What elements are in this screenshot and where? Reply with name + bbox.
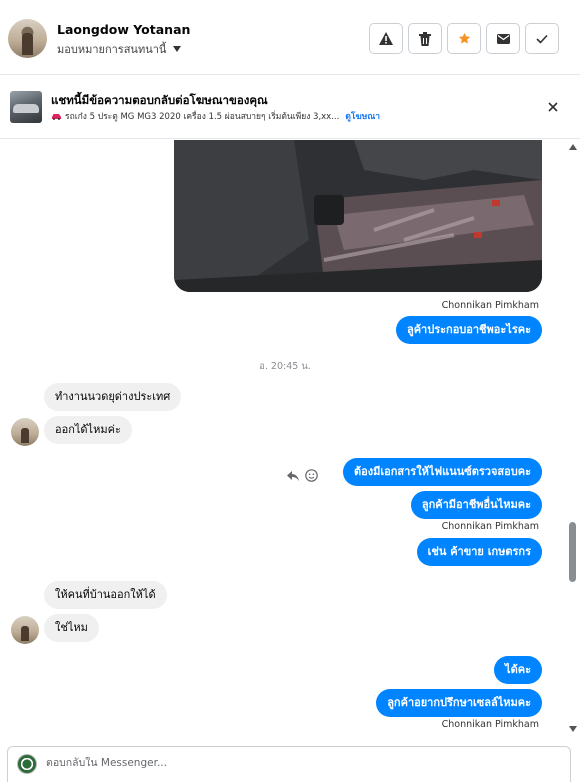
- outgoing-message[interactable]: ได้คะ: [494, 656, 542, 684]
- incoming-message[interactable]: ใช่ไหม: [44, 614, 99, 642]
- contact-avatar-small[interactable]: [11, 418, 39, 446]
- conversation-header: Laongdow Yotanan มอบหมายการสนทนานี้: [0, 0, 580, 75]
- page-avatar: [17, 754, 37, 774]
- scroll-thumb[interactable]: [569, 522, 576, 582]
- contact-name[interactable]: Laongdow Yotanan: [57, 22, 190, 37]
- incoming-message[interactable]: ทำงานนวดยุด่างประเทศ: [44, 383, 182, 411]
- outgoing-message[interactable]: ลูกค้ามีอาชีพอื่นไหมคะ: [410, 491, 542, 519]
- sender-name: Chonnikan Pimkham: [441, 719, 539, 730]
- close-banner-button[interactable]: [543, 97, 563, 117]
- outgoing-message[interactable]: ต้องมีเอกสารให้ไฟแนนซ์ตรวจสอบคะ: [343, 458, 542, 486]
- check-icon: [536, 34, 548, 44]
- trash-icon: [419, 31, 431, 46]
- incoming-message[interactable]: ออกได้ไหมค่ะ: [44, 416, 132, 444]
- contact-avatar-small[interactable]: [11, 616, 39, 644]
- assign-label: มอบหมายการสนทนานี้: [57, 43, 167, 56]
- caret-down-icon: [173, 46, 182, 52]
- incoming-message[interactable]: ให้คนที่บ้านออกให้ได้: [44, 581, 167, 609]
- scroll-down-arrow-icon[interactable]: [569, 726, 577, 732]
- header-actions: [369, 23, 559, 54]
- attached-car-photo[interactable]: [174, 140, 542, 292]
- mark-done-button[interactable]: [525, 23, 559, 54]
- mark-unread-button[interactable]: [486, 23, 520, 54]
- warning-icon: [379, 32, 393, 45]
- outgoing-message[interactable]: ลูค้าประกอบอาชีพอะไรคะ: [395, 316, 542, 344]
- emoji-icon[interactable]: [305, 469, 318, 482]
- report-button[interactable]: [369, 23, 403, 54]
- reply-icon[interactable]: [287, 470, 299, 481]
- delete-button[interactable]: [408, 23, 442, 54]
- ad-banner-title: แชทนี้มีข้อความตอบกลับต่อโฆษณาของคุณ: [51, 93, 268, 107]
- mail-icon: [496, 33, 510, 44]
- star-icon: [458, 32, 470, 44]
- view-ad-link[interactable]: ดูโฆษณา: [345, 109, 380, 123]
- thread-scrollbar[interactable]: [566, 140, 580, 736]
- reply-composer: [7, 746, 571, 782]
- message-tools: [287, 469, 318, 482]
- message-thread[interactable]: Chonnikan Pimkham ลูค้าประกอบอาชีพอะไรคะ…: [0, 140, 580, 736]
- contact-avatar[interactable]: [8, 19, 47, 58]
- reply-input[interactable]: [46, 757, 546, 769]
- ad-reply-banner: แชทนี้มีข้อความตอบกลับต่อโฆษณาของคุณ รถเ…: [0, 76, 580, 139]
- star-button[interactable]: [447, 23, 481, 54]
- car-interior-image: [174, 140, 542, 292]
- car-icon: [52, 113, 61, 120]
- sender-name: Chonnikan Pimkham: [441, 521, 539, 532]
- close-icon: [548, 102, 558, 112]
- ad-description-text: รถเก๋ง 5 ประตู MG MG3 2020 เครื่อง 1.5 ผ…: [65, 112, 340, 122]
- sender-name: Chonnikan Pimkham: [441, 300, 539, 311]
- ad-thumbnail[interactable]: [10, 91, 42, 123]
- outgoing-message[interactable]: เช่น ค้าขาย เกษตรกร: [416, 538, 542, 566]
- scroll-up-arrow-icon[interactable]: [569, 144, 577, 150]
- outgoing-message[interactable]: ลูกค้าอยากปรึกษาเซลล์ไหมคะ: [376, 689, 542, 717]
- ad-banner-description: รถเก๋ง 5 ประตู MG MG3 2020 เครื่อง 1.5 ผ…: [51, 109, 380, 123]
- assign-conversation-dropdown[interactable]: มอบหมายการสนทนานี้: [57, 40, 182, 58]
- message-timestamp: อ. 20:45 น.: [259, 361, 311, 372]
